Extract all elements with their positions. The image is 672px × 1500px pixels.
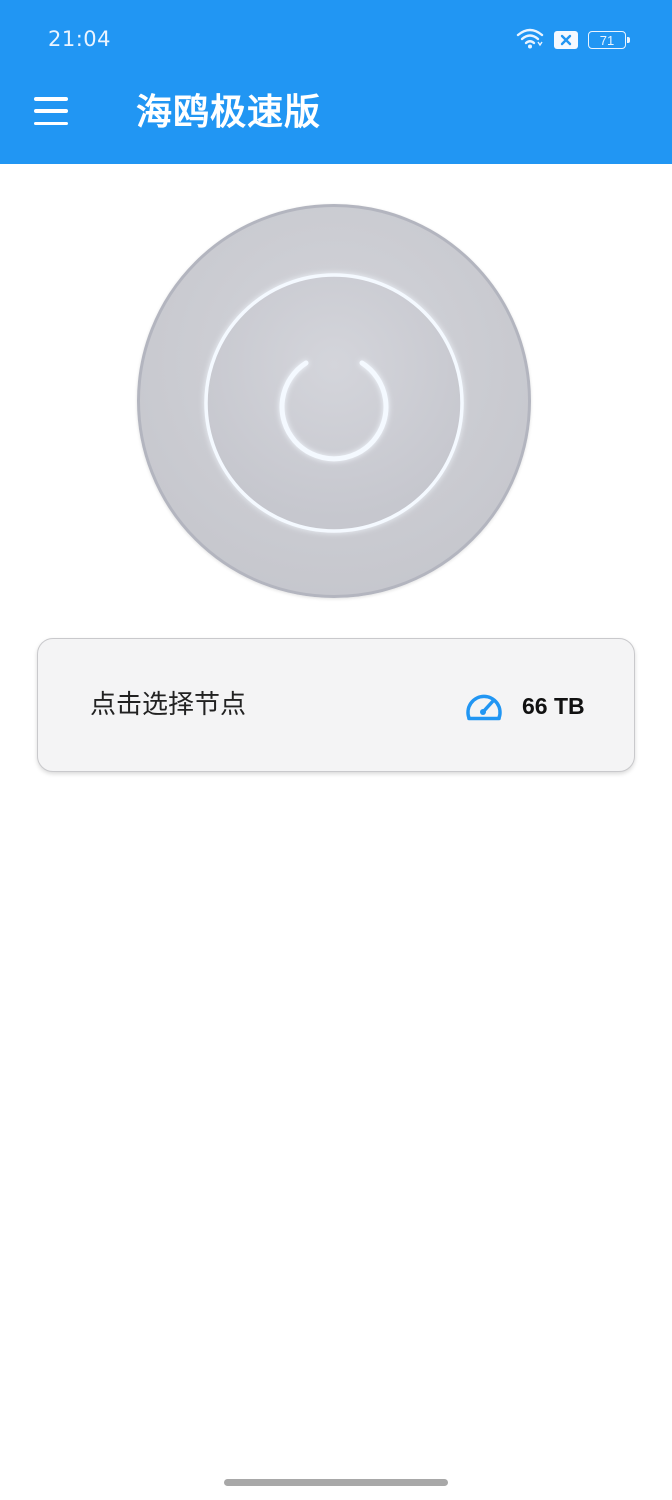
- wifi-icon: [516, 27, 544, 53]
- home-indicator[interactable]: [224, 1479, 448, 1486]
- menu-button[interactable]: [34, 97, 70, 125]
- sim-disabled-icon: [554, 31, 578, 49]
- battery-icon: 71: [588, 31, 630, 49]
- app-title: 海鸥极速版: [136, 92, 322, 133]
- speedometer-icon: [464, 690, 504, 726]
- data-amount: 66 TB: [522, 693, 585, 719]
- power-icon: [204, 273, 464, 533]
- select-node-card[interactable]: 点击选择节点 66 TB: [37, 638, 635, 772]
- status-time: 21:04: [48, 27, 112, 51]
- top-header: 21:04 71 海鸥极速版: [0, 0, 672, 164]
- connect-power-button[interactable]: [137, 204, 531, 598]
- select-node-label: 点击选择节点: [90, 690, 247, 720]
- hamburger-menu-icon: [34, 97, 68, 101]
- status-icons: 71: [516, 25, 630, 55]
